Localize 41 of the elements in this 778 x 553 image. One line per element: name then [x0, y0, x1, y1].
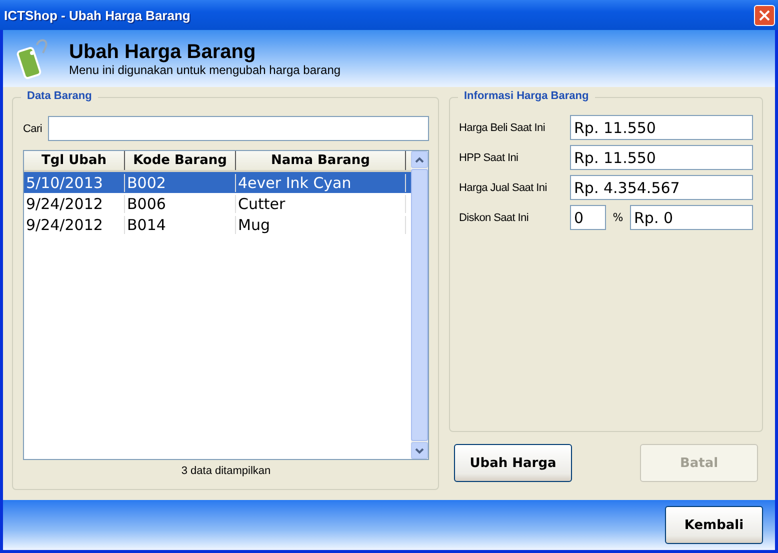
- table-cell: 5/10/2013: [24, 174, 125, 192]
- table-cell: Cutter: [236, 194, 406, 212]
- table-cell: 9/24/2012: [24, 216, 125, 234]
- search-field[interactable]: [48, 116, 429, 141]
- field-label: HPP Saat Ini: [459, 152, 520, 164]
- group-title: Data Barang: [21, 90, 98, 102]
- table-cell: 4ever Ink Cyan: [236, 174, 406, 192]
- table-cell: Mug: [236, 216, 406, 234]
- table-cell: B002: [125, 174, 236, 192]
- page-title: Ubah Harga Barang: [69, 40, 257, 62]
- table-cell: B014: [125, 216, 236, 234]
- record-count: 3 data ditampilkan: [180, 465, 272, 477]
- group-title: Informasi Harga Barang: [458, 90, 595, 102]
- page-subtitle: Menu ini digunakan untuk mengubah harga barang: [69, 62, 341, 76]
- chevron-up-icon: [415, 156, 424, 162]
- column-header[interactable]: Kode Barang: [125, 151, 236, 170]
- search-label: Cari: [23, 122, 42, 134]
- back-button[interactable]: Kembali: [665, 506, 763, 544]
- price-field[interactable]: Rp. 4.354.567: [570, 175, 753, 200]
- table-row[interactable]: 9/24/2012 B014 Mug: [24, 214, 411, 235]
- scroll-down-button[interactable]: [411, 442, 428, 459]
- price-field[interactable]: Rp. 11.550: [570, 145, 753, 170]
- percent-sign: %: [612, 211, 624, 224]
- table-cell: 9/24/2012: [24, 194, 125, 212]
- scroll-up-button[interactable]: [411, 151, 428, 168]
- field-label: Harga Jual Saat Ini: [459, 182, 548, 194]
- field-label: Harga Beli Saat Ini: [459, 122, 546, 134]
- amount-field[interactable]: Rp. 0: [630, 205, 753, 230]
- percent-field[interactable]: 0: [570, 205, 606, 230]
- field-label: Diskon Saat Ini: [459, 212, 530, 224]
- close-icon: [759, 10, 770, 20]
- table-cell: B006: [125, 194, 236, 212]
- column-header[interactable]: Nama Barang: [236, 151, 406, 170]
- price-field[interactable]: Rp. 11.550: [570, 115, 753, 140]
- close-button[interactable]: [754, 4, 775, 26]
- chevron-down-icon: [415, 448, 424, 454]
- column-header[interactable]: Tgl Ubah: [24, 151, 125, 170]
- window-title: ICTShop - Ubah Harga Barang: [4, 8, 190, 22]
- table-row[interactable]: 9/24/2012 B006 Cutter: [24, 193, 411, 214]
- action-button[interactable]: Ubah Harga: [454, 444, 572, 482]
- table-row[interactable]: 5/10/2013 B002 4ever Ink Cyan: [24, 172, 411, 193]
